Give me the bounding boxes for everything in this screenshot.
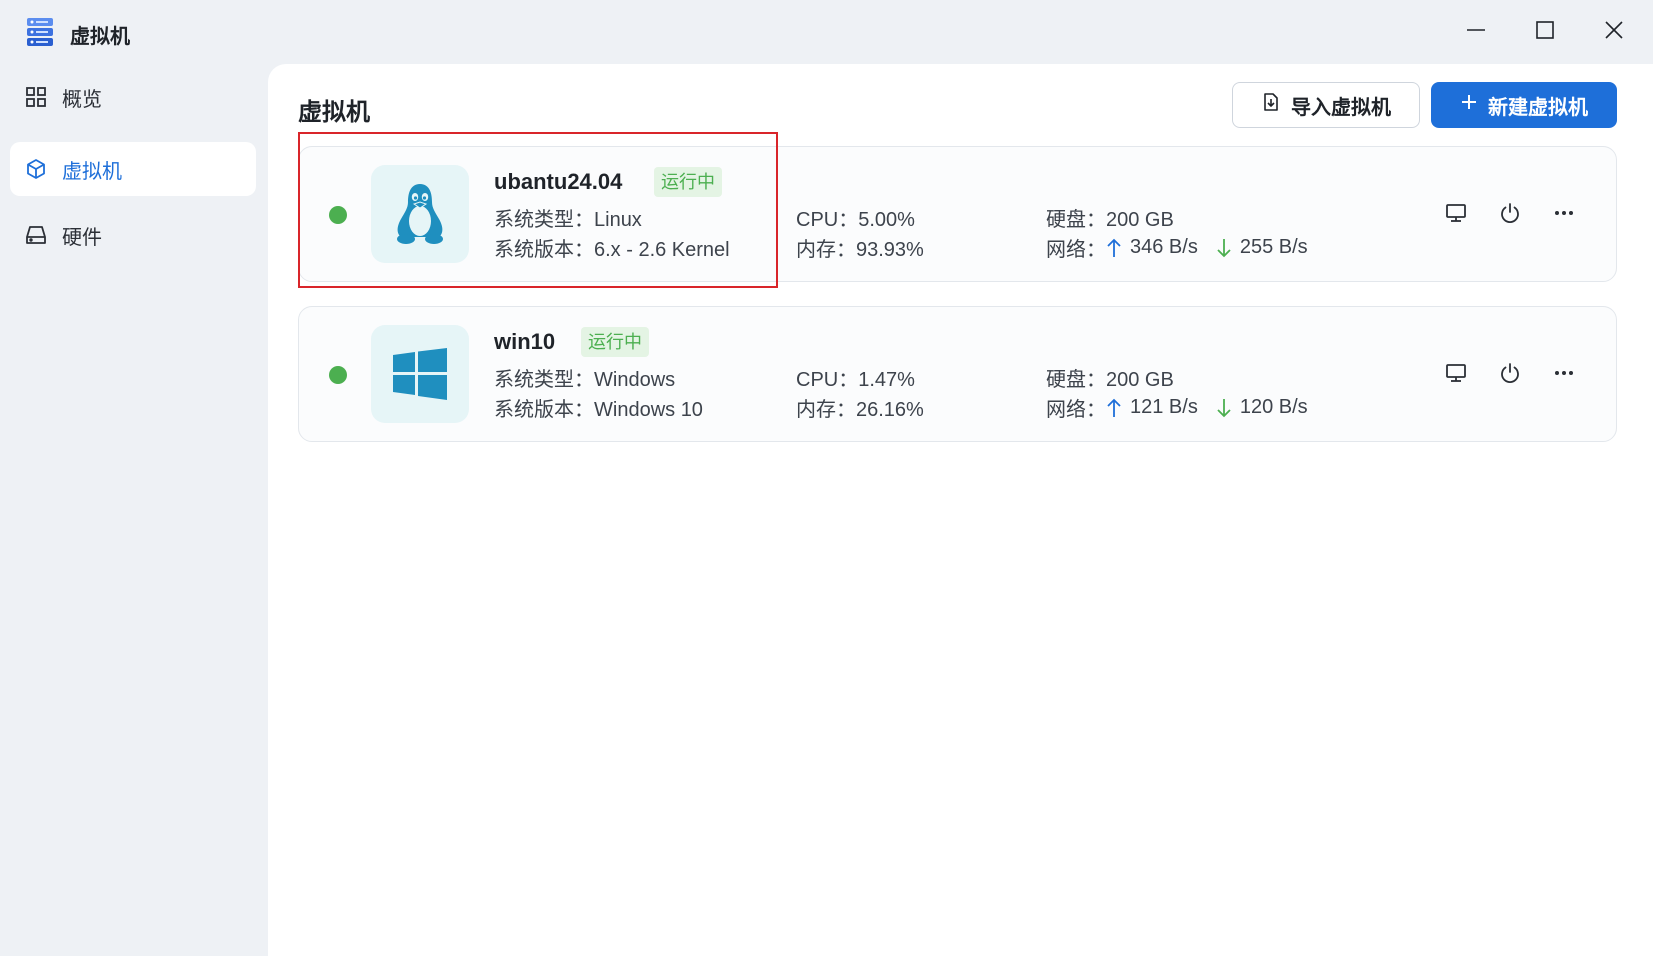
- close-icon: [1604, 20, 1624, 45]
- vm-card-win10[interactable]: win10 运行中 系统类型：Windows 系统版本：Windows 10 C…: [298, 306, 1617, 442]
- sidebar-item-label: 硬件: [62, 226, 102, 249]
- more-button[interactable]: [1544, 355, 1584, 395]
- server-stack-icon: [24, 16, 56, 48]
- more-dots-icon: [1553, 362, 1575, 389]
- os-version: 系统版本：6.x - 2.6 Kernel: [494, 239, 730, 261]
- os-type: 系统类型：Linux: [494, 209, 642, 231]
- status-badge: 运行中: [654, 167, 722, 197]
- vm-name[interactable]: ubantu24.04: [494, 169, 622, 195]
- memory-usage: 内存：93.93%: [796, 239, 924, 261]
- vm-name[interactable]: win10: [494, 329, 555, 355]
- status-dot: [329, 366, 347, 384]
- disk-size: 硬盘：200 GB: [1046, 209, 1174, 231]
- file-import-icon: [1261, 92, 1281, 118]
- arrow-up-icon: [1106, 238, 1122, 258]
- arrow-down-icon: [1216, 398, 1232, 418]
- upload-rate: 346 B/s: [1130, 236, 1198, 258]
- maximize-icon: [1535, 20, 1555, 45]
- close-button[interactable]: [1594, 12, 1634, 52]
- console-button[interactable]: [1436, 355, 1476, 395]
- new-vm-label: 新建虚拟机: [1488, 96, 1588, 119]
- download-rate: 255 B/s: [1239, 236, 1308, 258]
- vm-card-ubantu[interactable]: ubantu24.04 运行中 系统类型：Linux 系统版本：6.x - 2.…: [298, 146, 1617, 282]
- upload-rate: 121 B/s: [1130, 396, 1198, 418]
- network-label: 网络：: [1046, 239, 1106, 261]
- sidebar-item-vms[interactable]: 虚拟机: [10, 142, 256, 196]
- network-stats: 网络： 121 B/s 120 B/s: [1046, 393, 1308, 422]
- hard-drive-icon: [24, 223, 48, 247]
- network-stats: 网络： 346 B/s 255 B/s: [1046, 233, 1308, 262]
- maximize-button[interactable]: [1525, 12, 1565, 52]
- minimize-button[interactable]: [1456, 12, 1496, 52]
- power-icon: [1499, 362, 1521, 389]
- sidebar-item-hardware[interactable]: 硬件: [10, 208, 256, 262]
- import-vm-button[interactable]: 导入虚拟机: [1232, 82, 1420, 128]
- new-vm-button[interactable]: 新建虚拟机: [1431, 82, 1617, 128]
- power-icon: [1499, 202, 1521, 229]
- main-panel: 虚拟机 导入虚拟机 新建虚拟机 ubantu24.04 运行中 系统类型：Lin…: [268, 64, 1653, 956]
- cpu-usage: CPU：1.47%: [796, 369, 915, 391]
- os-version: 系统版本：Windows 10: [494, 399, 703, 421]
- cube-icon: [24, 157, 48, 181]
- power-button[interactable]: [1490, 355, 1530, 395]
- sidebar: 概览 虚拟机 硬件: [0, 64, 268, 956]
- title-bar: 虚拟机: [0, 0, 1653, 64]
- import-vm-label: 导入虚拟机: [1291, 96, 1391, 119]
- window-title: 虚拟机: [70, 26, 130, 48]
- plus-icon: [1460, 93, 1478, 117]
- status-dot: [329, 206, 347, 224]
- linux-penguin-icon: [371, 165, 469, 263]
- cpu-usage: CPU：5.00%: [796, 209, 915, 231]
- windows-logo-icon: [371, 325, 469, 423]
- os-type: 系统类型：Windows: [494, 369, 676, 391]
- sidebar-item-overview[interactable]: 概览: [10, 70, 256, 124]
- monitor-icon: [1445, 202, 1467, 229]
- minimize-icon: [1466, 20, 1486, 45]
- power-button[interactable]: [1490, 195, 1530, 235]
- download-rate: 120 B/s: [1239, 396, 1308, 418]
- disk-size: 硬盘：200 GB: [1046, 369, 1174, 391]
- sidebar-item-label: 概览: [62, 88, 102, 111]
- arrow-up-icon: [1106, 398, 1122, 418]
- page-title: 虚拟机: [298, 99, 370, 126]
- sidebar-item-label: 虚拟机: [62, 160, 122, 183]
- status-badge: 运行中: [581, 327, 649, 357]
- arrow-down-icon: [1216, 238, 1232, 258]
- more-button[interactable]: [1544, 195, 1584, 235]
- grid-icon: [24, 85, 48, 109]
- monitor-icon: [1445, 362, 1467, 389]
- console-button[interactable]: [1436, 195, 1476, 235]
- more-dots-icon: [1553, 202, 1575, 229]
- network-label: 网络：: [1046, 399, 1106, 421]
- memory-usage: 内存：26.16%: [796, 399, 924, 421]
